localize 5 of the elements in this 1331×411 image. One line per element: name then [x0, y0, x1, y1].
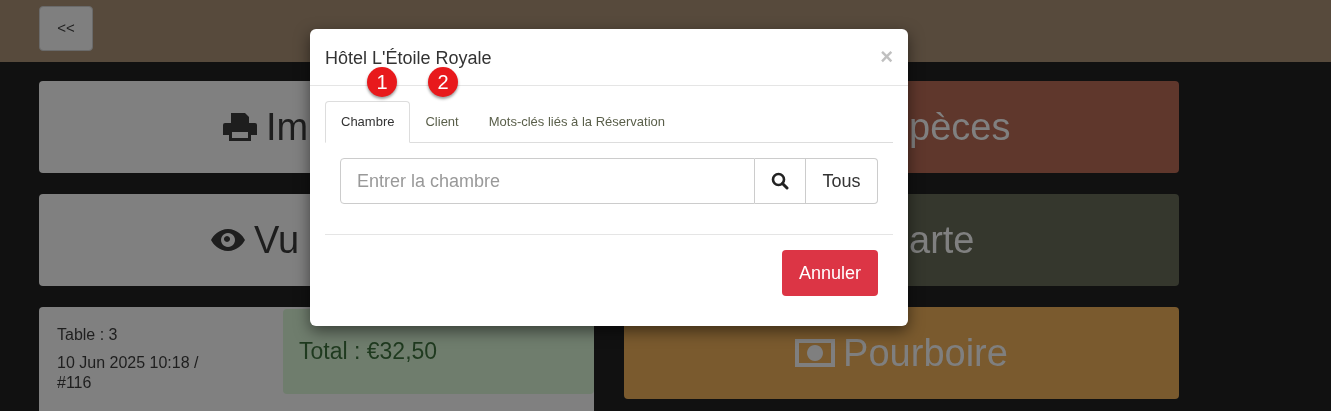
number-badge: 1 — [367, 67, 397, 97]
table-label: Table : 3 — [57, 325, 119, 345]
number-badge: 2 — [428, 67, 458, 97]
order-date: 10 Jun 2025 10:18 / #116 — [57, 353, 200, 393]
modal-title: Hôtel L'Étoile Royale — [325, 46, 492, 70]
